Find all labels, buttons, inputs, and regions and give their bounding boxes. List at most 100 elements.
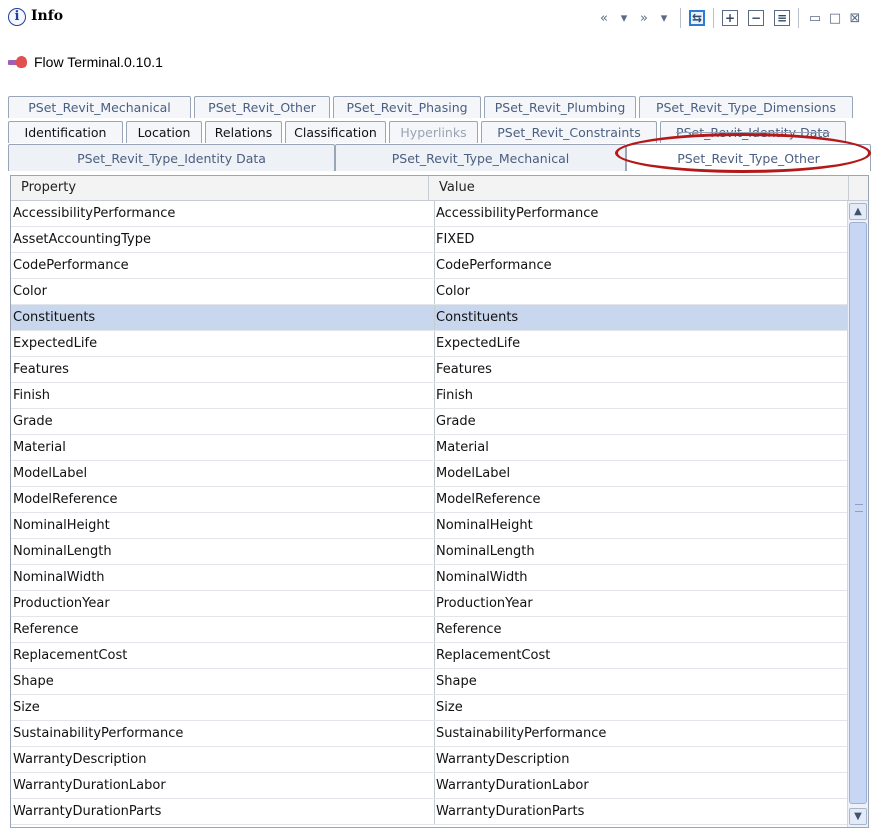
- property-cell: ModelLabel: [13, 466, 88, 481]
- property-cell: WarrantyDescription: [13, 752, 147, 767]
- table-row[interactable]: WarrantyDescription WarrantyDescription: [11, 747, 847, 773]
- value-cell[interactable]: Size: [434, 695, 844, 720]
- collapse-all-button[interactable]: −: [746, 7, 766, 29]
- maximize-icon[interactable]: □: [825, 7, 845, 29]
- table-row[interactable]: AccessibilityPerformance AccessibilityPer…: [11, 201, 847, 227]
- table-row[interactable]: NominalHeight NominalHeight: [11, 513, 847, 539]
- value-cell[interactable]: ModelLabel: [434, 461, 844, 486]
- property-cell: ExpectedLife: [13, 336, 98, 351]
- tab-pset-revit-type-other[interactable]: PSet_Revit_Type_Other: [626, 144, 871, 171]
- link-selection-button[interactable]: ⇆: [687, 7, 707, 29]
- tab-classification[interactable]: Classification: [285, 121, 386, 143]
- forward-icon[interactable]: »: [634, 7, 654, 29]
- tab-hyperlinks[interactable]: Hyperlinks: [389, 121, 478, 143]
- value-cell[interactable]: WarrantyDurationParts: [434, 799, 844, 824]
- value-cell[interactable]: Constituents: [434, 305, 844, 330]
- value-cell[interactable]: CodePerformance: [434, 253, 844, 278]
- table-row[interactable]: Material Material: [11, 435, 847, 461]
- expand-all-button[interactable]: +: [720, 7, 740, 29]
- tab-pset-revit-mechanical[interactable]: PSet_Revit_Mechanical: [8, 96, 191, 118]
- value-cell[interactable]: NominalHeight: [434, 513, 844, 538]
- table-row[interactable]: Reference Reference: [11, 617, 847, 643]
- value-cell[interactable]: Features: [434, 357, 844, 382]
- minimize-icon[interactable]: ▭: [805, 7, 825, 29]
- value-cell[interactable]: WarrantyDurationLabor: [434, 773, 844, 798]
- table-row[interactable]: Features Features: [11, 357, 847, 383]
- tab-location[interactable]: Location: [126, 121, 202, 143]
- value-cell[interactable]: ExpectedLife: [434, 331, 844, 356]
- table-row[interactable]: Shape Shape: [11, 669, 847, 695]
- tab-pset-revit-type-dimensions[interactable]: PSet_Revit_Type_Dimensions: [639, 96, 853, 118]
- tab-pset-revit-identity-data[interactable]: PSet_Revit_Identity Data: [660, 121, 846, 143]
- property-cell: WarrantyDurationParts: [13, 804, 162, 819]
- element-header: Flow Terminal.0.10.1: [8, 52, 163, 72]
- tab-identification[interactable]: Identification: [8, 121, 123, 143]
- tab-row-2: Identification Location Relations Classi…: [8, 121, 849, 143]
- value-cell[interactable]: Material: [434, 435, 844, 460]
- table-header: Property Value: [11, 176, 868, 201]
- tab-relations[interactable]: Relations: [205, 121, 282, 143]
- table-row[interactable]: Grade Grade: [11, 409, 847, 435]
- tab-pset-revit-constraints[interactable]: PSet_Revit_Constraints: [481, 121, 657, 143]
- table-row[interactable]: NominalWidth NominalWidth: [11, 565, 847, 591]
- scroll-up-icon[interactable]: ▲: [849, 203, 867, 220]
- table-row[interactable]: NominalLength NominalLength: [11, 539, 847, 565]
- table-row[interactable]: Size Size: [11, 695, 847, 721]
- tab-row-1: PSet_Revit_Mechanical PSet_Revit_Other P…: [8, 96, 856, 118]
- property-cell: Color: [13, 284, 47, 299]
- table-row[interactable]: AssetAccountingType FIXED: [11, 227, 847, 253]
- value-cell[interactable]: Grade: [434, 409, 844, 434]
- property-cell: AssetAccountingType: [13, 232, 151, 247]
- value-cell[interactable]: Shape: [434, 669, 844, 694]
- scrollbar-thumb[interactable]: [849, 222, 867, 804]
- table-row[interactable]: ProductionYear ProductionYear: [11, 591, 847, 617]
- property-cell: Constituents: [13, 310, 96, 325]
- table-row[interactable]: ModelLabel ModelLabel: [11, 461, 847, 487]
- value-cell[interactable]: Reference: [434, 617, 844, 642]
- table-row[interactable]: CodePerformance CodePerformance: [11, 253, 847, 279]
- table-row[interactable]: Color Color: [11, 279, 847, 305]
- value-cell[interactable]: AccessibilityPerformance: [434, 201, 844, 226]
- panel-title: Info: [31, 8, 64, 24]
- table-row[interactable]: ReplacementCost ReplacementCost: [11, 643, 847, 669]
- close-icon[interactable]: ⊠: [845, 7, 865, 29]
- property-cell: ReplacementCost: [13, 648, 128, 663]
- toolbar-separator: [680, 8, 681, 28]
- property-table: Property Value AccessibilityPerformance A…: [10, 175, 869, 828]
- tab-pset-revit-type-mechanical[interactable]: PSet_Revit_Type_Mechanical: [335, 144, 626, 171]
- value-cell[interactable]: NominalLength: [434, 539, 844, 564]
- link-selection-icon: ⇆: [689, 10, 705, 26]
- value-cell[interactable]: SustainabilityPerformance: [434, 721, 844, 746]
- tab-pset-revit-phasing[interactable]: PSet_Revit_Phasing: [333, 96, 481, 118]
- table-row[interactable]: ExpectedLife ExpectedLife: [11, 331, 847, 357]
- value-cell[interactable]: NominalWidth: [434, 565, 844, 590]
- table-row[interactable]: SustainabilityPerformance SustainabilityP…: [11, 721, 847, 747]
- info-icon: i: [8, 8, 26, 26]
- show-list-button[interactable]: ≡: [772, 7, 792, 29]
- forward-dropdown-icon[interactable]: ▾: [654, 7, 674, 29]
- column-header-value[interactable]: Value: [429, 176, 849, 200]
- value-cell[interactable]: WarrantyDescription: [434, 747, 844, 772]
- back-icon[interactable]: «: [594, 7, 614, 29]
- back-dropdown-icon[interactable]: ▾: [614, 7, 634, 29]
- column-header-property[interactable]: Property: [11, 176, 429, 200]
- scroll-down-icon[interactable]: ▼: [849, 808, 867, 825]
- flow-terminal-icon: [8, 56, 28, 68]
- vertical-scrollbar[interactable]: ▲ ▼: [847, 201, 868, 827]
- table-row-selected[interactable]: Constituents Constituents: [11, 305, 847, 331]
- table-row[interactable]: WarrantyDurationParts WarrantyDurationPar…: [11, 799, 847, 825]
- value-cell[interactable]: ModelReference: [434, 487, 844, 512]
- value-cell[interactable]: ReplacementCost: [434, 643, 844, 668]
- value-cell[interactable]: Color: [434, 279, 844, 304]
- value-cell[interactable]: ProductionYear: [434, 591, 844, 616]
- table-row[interactable]: Finish Finish: [11, 383, 847, 409]
- value-cell[interactable]: Finish: [434, 383, 844, 408]
- property-cell: CodePerformance: [13, 258, 129, 273]
- tab-pset-revit-other[interactable]: PSet_Revit_Other: [194, 96, 330, 118]
- table-row[interactable]: WarrantyDurationLabor WarrantyDurationLab…: [11, 773, 847, 799]
- property-cell: Finish: [13, 388, 51, 403]
- tab-pset-revit-type-identity-data[interactable]: PSet_Revit_Type_Identity Data: [8, 144, 335, 171]
- table-row[interactable]: ModelReference ModelReference: [11, 487, 847, 513]
- value-cell[interactable]: FIXED: [434, 227, 844, 252]
- tab-pset-revit-plumbing[interactable]: PSet_Revit_Plumbing: [484, 96, 636, 118]
